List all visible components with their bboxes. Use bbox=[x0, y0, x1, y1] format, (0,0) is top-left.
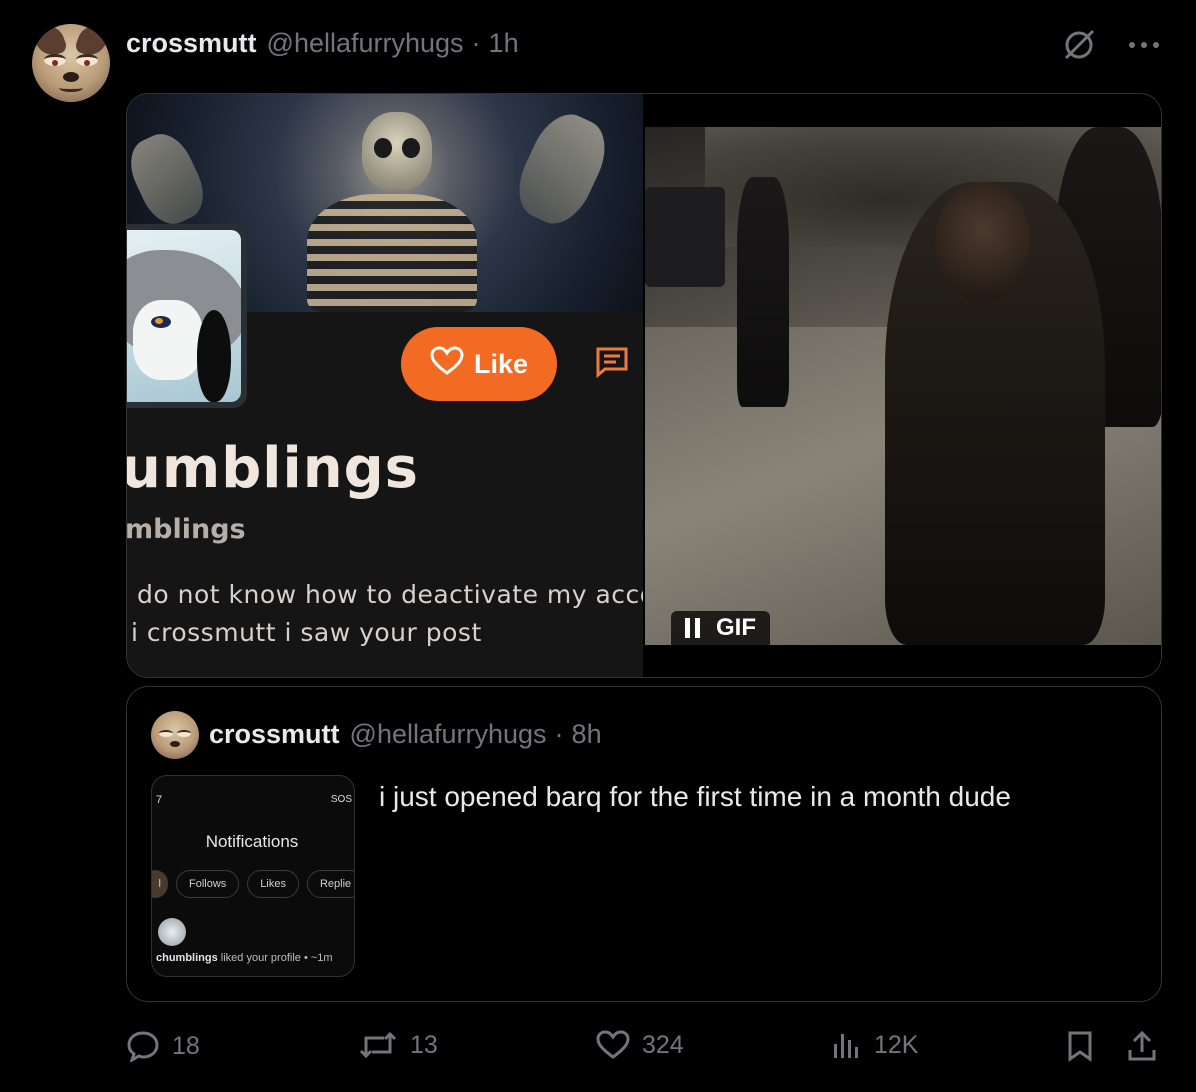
quoted-text: i just opened barq for the first time in… bbox=[379, 781, 1011, 812]
filter-chip: l bbox=[152, 870, 168, 898]
action-bar: 18 13 324 12K bbox=[126, 1030, 1162, 1070]
avatar-nose bbox=[63, 72, 79, 82]
profile-bio-line: do not know how to deactivate my acco bbox=[137, 580, 643, 609]
chat-icon bbox=[595, 346, 629, 383]
repost-count: 13 bbox=[410, 1030, 438, 1059]
quoted-post[interactable]: crossmutt @hellafurryhugs · 8h 7 SOS Not… bbox=[126, 686, 1162, 1002]
post-media: Like umblings mblings do not know how to… bbox=[126, 93, 1162, 678]
notification-time: • ~1m bbox=[303, 952, 333, 964]
grok-slash-icon[interactable] bbox=[1060, 26, 1098, 64]
share-button[interactable] bbox=[1126, 1030, 1158, 1062]
quoted-header: crossmutt @hellafurryhugs · 8h bbox=[209, 719, 602, 750]
post-time[interactable]: 1h bbox=[489, 28, 519, 59]
gif-label: GIF bbox=[716, 614, 756, 641]
quoted-author-name: crossmutt bbox=[209, 719, 340, 749]
notification-row: chumblings liked your profile • ~1m bbox=[156, 952, 333, 964]
gif-frame bbox=[645, 127, 1161, 645]
heart-icon bbox=[430, 345, 464, 383]
phone-status-time: 7 bbox=[156, 794, 163, 806]
reply-icon bbox=[126, 1030, 160, 1062]
avatar-eye bbox=[76, 54, 98, 66]
notifications-title: Notifications bbox=[205, 832, 299, 851]
ribcage-illustration bbox=[307, 194, 477, 312]
repost-button[interactable]: 13 bbox=[358, 1030, 438, 1060]
phone-status-sos: SOS bbox=[330, 794, 352, 805]
profile-username: mblings bbox=[127, 514, 246, 545]
repost-icon bbox=[358, 1030, 398, 1060]
notification-user: chumblings bbox=[156, 952, 218, 964]
author-handle[interactable]: @hellafurryhugs bbox=[267, 28, 464, 59]
like-count: 324 bbox=[642, 1030, 684, 1059]
separator-dot: · bbox=[471, 28, 481, 58]
filter-chip: Follows bbox=[176, 870, 240, 898]
skull-illustration bbox=[362, 112, 432, 190]
avatar[interactable] bbox=[32, 24, 110, 102]
filter-chip: Likes bbox=[247, 870, 299, 898]
quoted-avatar bbox=[151, 711, 199, 759]
notification-avatar bbox=[158, 918, 186, 946]
bookmark-button[interactable] bbox=[1066, 1030, 1094, 1062]
like-button-label: Like bbox=[473, 348, 529, 379]
view-count: 12K bbox=[874, 1030, 919, 1059]
media-image-screenshot[interactable]: Like umblings mblings do not know how to… bbox=[127, 94, 643, 677]
share-icon bbox=[1126, 1030, 1158, 1062]
post-top-actions bbox=[1060, 26, 1160, 64]
reply-button[interactable]: 18 bbox=[126, 1030, 200, 1062]
more-icon[interactable] bbox=[1128, 40, 1160, 50]
filter-chip: Replie bbox=[306, 870, 354, 898]
like-button: Like bbox=[401, 327, 557, 401]
avatar-eye bbox=[44, 54, 66, 66]
quoted-author-handle: @hellafurryhugs bbox=[349, 719, 547, 749]
gif-badge[interactable]: GIF bbox=[671, 611, 770, 645]
views-button[interactable]: 12K bbox=[832, 1030, 918, 1060]
quoted-media-thumbnail: 7 SOS Notifications l Follows Likes Repl… bbox=[151, 775, 355, 977]
notification-text: liked your profile bbox=[220, 952, 301, 964]
post-header: crossmutt @hellafurryhugs · 1h bbox=[126, 28, 519, 59]
reply-count: 18 bbox=[172, 1031, 200, 1060]
bookmark-icon bbox=[1066, 1030, 1094, 1062]
media-gif[interactable]: GIF bbox=[645, 94, 1161, 677]
pause-icon[interactable] bbox=[685, 618, 700, 638]
like-icon bbox=[596, 1030, 630, 1060]
quoted-time: 8h bbox=[571, 719, 602, 749]
like-post-button[interactable]: 324 bbox=[596, 1030, 684, 1060]
separator-dot: · bbox=[554, 719, 564, 749]
profile-bio-line: i crossmutt i saw your post bbox=[131, 618, 482, 647]
notification-filters: l Follows Likes Replie bbox=[152, 870, 354, 898]
profile-display-name: umblings bbox=[127, 436, 419, 501]
avatar-mouth bbox=[59, 84, 83, 92]
views-icon bbox=[832, 1030, 862, 1060]
profile-picture bbox=[127, 224, 247, 408]
author-name[interactable]: crossmutt bbox=[126, 28, 257, 59]
